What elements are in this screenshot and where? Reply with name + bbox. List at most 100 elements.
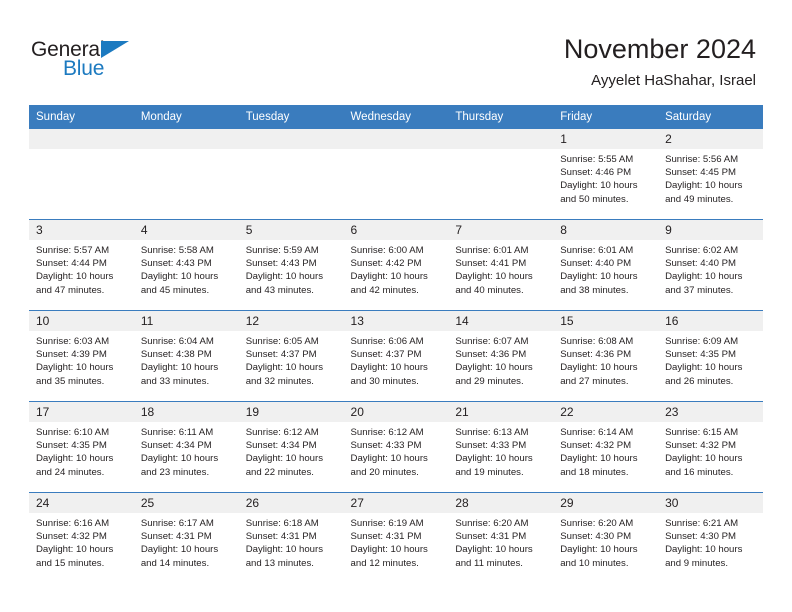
sunset-text: Sunset: 4:31 PM [455,531,527,543]
calendar-day-cell[interactable]: 1 Sunrise: 5:55 AM Sunset: 4:46 PM Daylight… [553,128,659,220]
day-number: 22 [553,402,659,422]
calendar-day-cell[interactable]: 4 Sunrise: 5:58 AM Sunset: 4:43 PM Daylight… [133,219,239,311]
page-subtitle: Ayyelet HaShahar, Israel [591,72,756,89]
calendar-week-row: 10 Sunrise: 6:03 AM Sunset: 4:39 PM Dayligh… [29,310,763,402]
day-details: Sunrise: 6:12 AM Sunset: 4:34 PM Daylight:… [239,422,344,479]
sunrise-text: Sunrise: 6:05 AM [245,336,319,347]
day-details: Sunrise: 6:16 AM Sunset: 4:32 PM Daylight:… [29,513,134,570]
calendar-day-cell[interactable]: 12 Sunrise: 6:05 AM Sunset: 4:37 PM Dayligh… [238,310,344,402]
calendar-day-cell[interactable]: 18 Sunrise: 6:11 AM Sunset: 4:34 PM Dayligh… [133,401,239,493]
weekday-header-sunday: Sunday [29,105,134,129]
page-header: General Blue November 2024 Ayyelet HaSha… [0,0,792,104]
sunrise-text: Sunrise: 6:16 AM [36,518,110,529]
day-number: 23 [658,402,763,422]
sunset-text: Sunset: 4:33 PM [350,440,422,452]
daylight-text: Daylight: 10 hours and 15 minutes. [36,544,114,569]
calendar-day-cell[interactable]: 11 Sunrise: 6:04 AM Sunset: 4:38 PM Dayligh… [133,310,239,402]
sunrise-text: Sunrise: 6:03 AM [36,336,110,347]
calendar-day-cell[interactable]: 9 Sunrise: 6:02 AM Sunset: 4:40 PM Daylight… [658,219,763,311]
sunrise-text: Sunrise: 6:21 AM [665,518,739,529]
calendar-day-cell[interactable]: 2 Sunrise: 5:56 AM Sunset: 4:45 PM Daylight… [658,128,763,220]
daylight-text: Daylight: 10 hours and 18 minutes. [560,453,638,478]
calendar-day-cell[interactable]: 19 Sunrise: 6:12 AM Sunset: 4:34 PM Dayligh… [238,401,344,493]
day-number: 20 [343,402,449,422]
daylight-text: Daylight: 10 hours and 35 minutes. [36,362,114,387]
sunset-text: Sunset: 4:38 PM [140,349,212,361]
day-number: 4 [133,220,239,240]
calendar-table: Sunday Monday Tuesday Wednesday Thursday… [29,105,763,583]
sunset-text: Sunset: 4:31 PM [350,531,422,543]
calendar-day-cell[interactable]: 21 Sunrise: 6:13 AM Sunset: 4:33 PM Dayligh… [448,401,554,493]
brand-logo[interactable]: General Blue [31,38,181,84]
daylight-text: Daylight: 10 hours and 27 minutes. [560,362,638,387]
daylight-text: Daylight: 10 hours and 43 minutes. [245,271,324,296]
calendar-day-cell[interactable]: 29 Sunrise: 6:20 AM Sunset: 4:30 PM Dayligh… [553,492,659,583]
sunrise-text: Sunrise: 6:07 AM [455,336,529,347]
sunset-text: Sunset: 4:43 PM [140,258,212,270]
day-number: 30 [658,493,763,513]
sunrise-text: Sunrise: 6:02 AM [665,245,739,256]
calendar-day-cell[interactable]: 25 Sunrise: 6:17 AM Sunset: 4:31 PM Dayligh… [133,492,239,583]
calendar-day-cell[interactable]: 30 Sunrise: 6:21 AM Sunset: 4:30 PM Dayligh… [658,492,763,583]
sunset-text: Sunset: 4:34 PM [140,440,212,452]
daylight-text: Daylight: 10 hours and 23 minutes. [140,453,219,478]
calendar-day-cell[interactable]: 26 Sunrise: 6:18 AM Sunset: 4:31 PM Dayligh… [238,492,344,583]
calendar-day-cell[interactable]: 8 Sunrise: 6:01 AM Sunset: 4:40 PM Daylight… [553,219,659,311]
day-number: 12 [238,311,344,331]
daylight-text: Daylight: 10 hours and 50 minutes. [560,180,638,205]
day-details: Sunrise: 6:20 AM Sunset: 4:30 PM Daylight:… [553,513,658,570]
day-details: Sunrise: 5:58 AM Sunset: 4:43 PM Daylight:… [134,240,239,297]
weekday-header-wednesday: Wednesday [343,105,449,129]
sunrise-text: Sunrise: 6:15 AM [665,427,739,438]
day-number: 3 [29,220,134,240]
calendar-day-cell[interactable]: 23 Sunrise: 6:15 AM Sunset: 4:32 PM Dayligh… [658,401,763,493]
sunrise-text: Sunrise: 6:13 AM [455,427,529,438]
day-details: Sunrise: 5:57 AM Sunset: 4:44 PM Daylight:… [29,240,134,297]
sunrise-text: Sunrise: 6:10 AM [36,427,110,438]
calendar-cell-empty [448,128,554,220]
day-details: Sunrise: 6:13 AM Sunset: 4:33 PM Daylight:… [448,422,553,479]
calendar-day-cell[interactable]: 17 Sunrise: 6:10 AM Sunset: 4:35 PM Dayligh… [29,401,134,493]
day-details: Sunrise: 5:59 AM Sunset: 4:43 PM Daylight:… [239,240,344,297]
page-title: November 2024 [563,34,756,64]
weekday-header-saturday: Saturday [658,105,763,129]
daylight-text: Daylight: 10 hours and 45 minutes. [140,271,219,296]
daylight-text: Daylight: 10 hours and 38 minutes. [560,271,638,296]
day-details: Sunrise: 6:17 AM Sunset: 4:31 PM Daylight:… [134,513,239,570]
sunrise-text: Sunrise: 6:11 AM [140,427,214,438]
sunrise-text: Sunrise: 5:57 AM [36,245,110,256]
calendar-day-cell[interactable]: 7 Sunrise: 6:01 AM Sunset: 4:41 PM Daylight… [448,219,554,311]
calendar-day-cell[interactable]: 28 Sunrise: 6:20 AM Sunset: 4:31 PM Dayligh… [448,492,554,583]
calendar-cell-empty [133,128,239,220]
day-number: 6 [343,220,449,240]
sunrise-text: Sunrise: 6:09 AM [665,336,739,347]
sunset-text: Sunset: 4:37 PM [350,349,422,361]
sunrise-text: Sunrise: 6:20 AM [560,518,634,529]
day-details: Sunrise: 6:18 AM Sunset: 4:31 PM Daylight:… [239,513,344,570]
sunset-text: Sunset: 4:32 PM [665,440,736,452]
calendar-day-cell[interactable]: 16 Sunrise: 6:09 AM Sunset: 4:35 PM Dayligh… [658,310,763,402]
sunrise-text: Sunrise: 6:17 AM [140,518,214,529]
day-number: 28 [448,493,554,513]
calendar-day-cell[interactable]: 10 Sunrise: 6:03 AM Sunset: 4:39 PM Dayligh… [29,310,134,402]
calendar-day-cell[interactable]: 27 Sunrise: 6:19 AM Sunset: 4:31 PM Dayligh… [343,492,449,583]
calendar-day-cell[interactable]: 6 Sunrise: 6:00 AM Sunset: 4:42 PM Daylight… [343,219,449,311]
weekday-header-row: Sunday Monday Tuesday Wednesday Thursday… [29,105,763,129]
calendar-day-cell[interactable]: 22 Sunrise: 6:14 AM Sunset: 4:32 PM Dayligh… [553,401,659,493]
calendar-day-cell[interactable]: 15 Sunrise: 6:08 AM Sunset: 4:36 PM Dayligh… [553,310,659,402]
calendar-day-cell[interactable]: 5 Sunrise: 5:59 AM Sunset: 4:43 PM Daylight… [238,219,344,311]
sunrise-text: Sunrise: 6:19 AM [350,518,424,529]
daylight-text: Daylight: 10 hours and 29 minutes. [455,362,533,387]
calendar-day-cell[interactable]: 3 Sunrise: 5:57 AM Sunset: 4:44 PM Daylight… [29,219,134,311]
sunset-text: Sunset: 4:41 PM [455,258,527,270]
calendar-day-cell[interactable]: 13 Sunrise: 6:06 AM Sunset: 4:37 PM Dayligh… [343,310,449,402]
day-details: Sunrise: 6:21 AM Sunset: 4:30 PM Daylight:… [658,513,763,570]
calendar-day-cell[interactable]: 20 Sunrise: 6:12 AM Sunset: 4:33 PM Dayligh… [343,401,449,493]
calendar-day-cell[interactable]: 24 Sunrise: 6:16 AM Sunset: 4:32 PM Dayligh… [29,492,134,583]
calendar-day-cell[interactable]: 14 Sunrise: 6:07 AM Sunset: 4:36 PM Dayligh… [448,310,554,402]
sunset-text: Sunset: 4:31 PM [140,531,212,543]
sunset-text: Sunset: 4:45 PM [665,167,736,179]
sunset-text: Sunset: 4:32 PM [36,531,107,543]
sunset-text: Sunset: 4:35 PM [665,349,736,361]
triangle-icon [101,41,129,58]
